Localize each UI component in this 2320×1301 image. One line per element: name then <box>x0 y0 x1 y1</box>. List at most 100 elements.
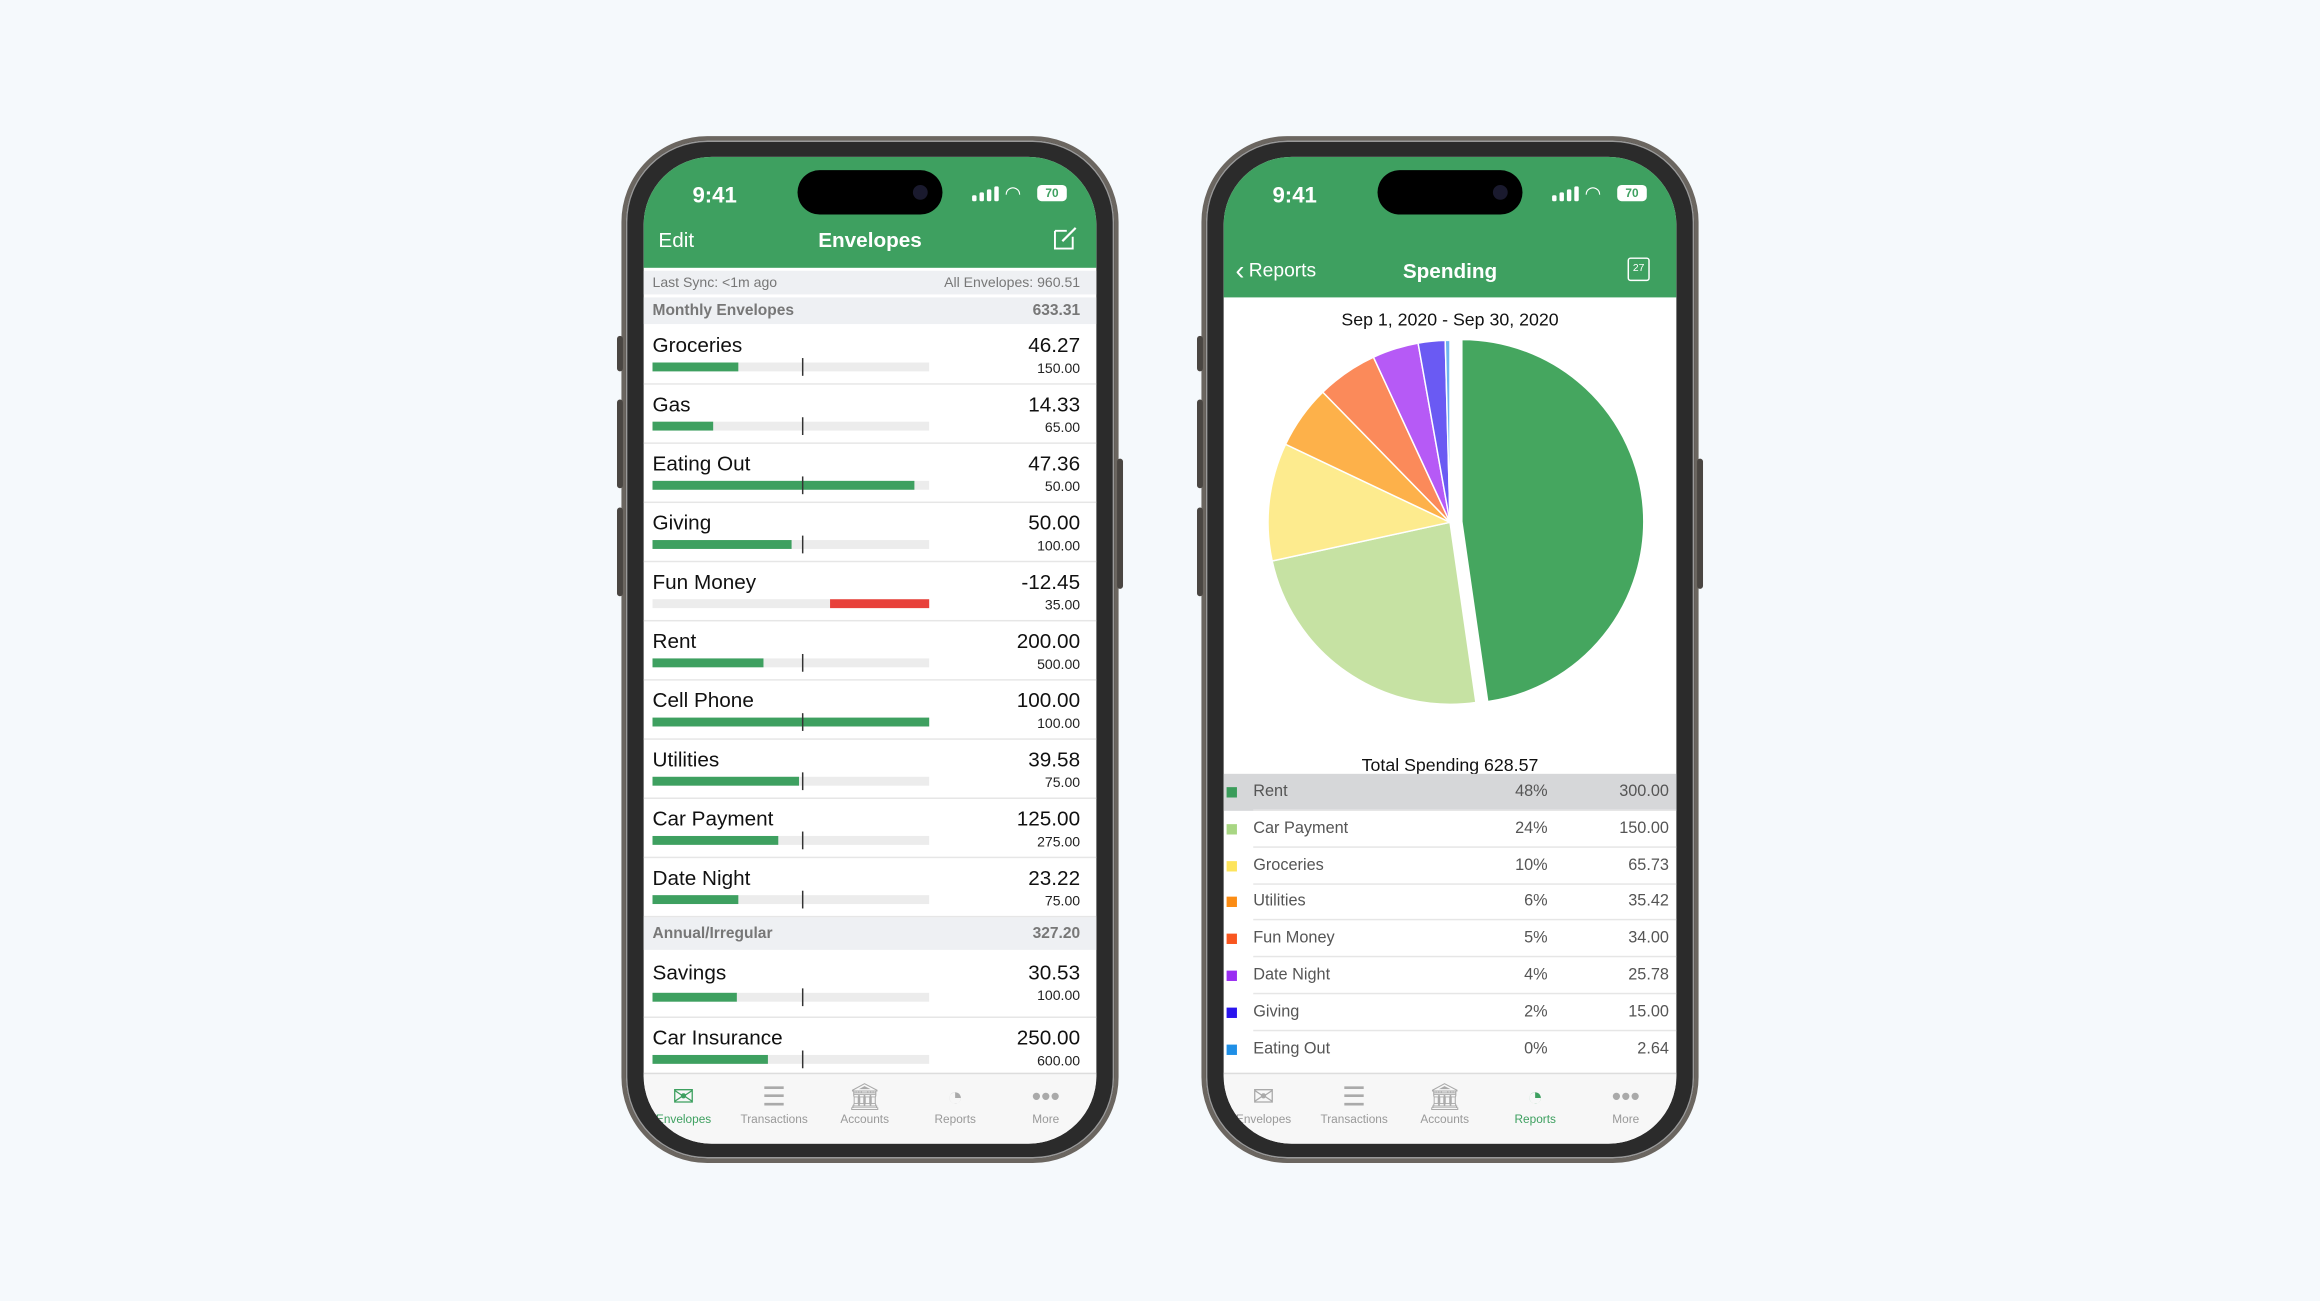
envelope-balance: 250.00 <box>1016 1025 1081 1050</box>
tab-bar: ✉ Envelopes ☰ Transactions 🏛 Accounts ◔ Reports… <box>1223 1072 1677 1144</box>
tab-accounts[interactable]: 🏛 Accounts <box>819 1080 911 1126</box>
legend-percent: 10% <box>1515 856 1548 874</box>
section-header: Monthly Envelopes 633.31 <box>643 297 1097 325</box>
compose-icon[interactable] <box>1052 225 1079 252</box>
envelope-row[interactable]: Savings 30.53 100.00 <box>643 953 1097 1018</box>
legend-name: Groceries <box>1253 856 1324 874</box>
list-icon: ☰ <box>762 1081 787 1112</box>
legend-row[interactable]: Rent 48% 300.00 <box>1223 773 1677 811</box>
legend-row[interactable]: Giving 2% 15.00 <box>1224 994 1677 1031</box>
legend-row[interactable]: Eating Out 0% 2.64 <box>1224 1031 1677 1068</box>
page-title: Spending <box>1402 258 1498 283</box>
tab-transactions[interactable]: ☰ Transactions <box>728 1080 820 1126</box>
envelope-balance: 30.53 <box>1028 960 1081 984</box>
date-range[interactable]: Sep 1, 2020 - Sep 30, 2020 <box>1224 309 1677 330</box>
sync-bar: Last Sync: <1m ago All Envelopes: 960.51 <box>643 270 1097 295</box>
legend-name: Car Payment <box>1253 819 1349 838</box>
spending-pie-chart[interactable] <box>1224 331 1677 760</box>
tab-label: Transactions <box>1320 1112 1388 1126</box>
tab-label: More <box>1032 1112 1060 1126</box>
tab-reports[interactable]: ◔ Reports <box>1489 1080 1581 1126</box>
legend-row[interactable]: Date Night 4% 25.78 <box>1224 957 1677 995</box>
all-envelopes-total: All Envelopes: 960.51 <box>944 274 1081 291</box>
envelope-row[interactable]: Car Insurance 250.00 600.00 <box>643 1018 1097 1078</box>
envelope-name: Gas <box>652 392 691 416</box>
wifi-icon: ◠ <box>1004 181 1022 205</box>
legend-amount: 150.00 <box>1619 819 1669 838</box>
section-title: Annual/Irregular <box>652 924 773 943</box>
tab-more[interactable]: ••• More <box>1000 1080 1092 1126</box>
legend-name: Rent <box>1253 782 1288 801</box>
section-title: Monthly Envelopes <box>652 301 795 320</box>
tab-accounts[interactable]: 🏛 Accounts <box>1399 1080 1491 1126</box>
tab-envelopes[interactable]: ✉ Envelopes <box>644 1080 730 1126</box>
progress-fill <box>830 599 930 609</box>
envelope-budget: 50.00 <box>1044 479 1081 496</box>
envelope-balance: 46.27 <box>1028 332 1081 357</box>
envelope-row[interactable]: Car Payment 125.00 275.00 <box>643 799 1097 859</box>
envelope-row[interactable]: Giving 50.00 100.00 <box>643 503 1097 563</box>
more-dots-icon: ••• <box>1611 1081 1640 1112</box>
envelope-balance: 125.00 <box>1016 806 1081 831</box>
legend-amount: 300.00 <box>1619 782 1669 801</box>
tab-bar: ✉ Envelopes ☰ Transactions 🏛 Accounts ◔ Reports… <box>643 1072 1097 1144</box>
envelopes-screen: 9:41 ◠ 70 Edit Envelopes Last Sync: <1m … <box>643 156 1097 1144</box>
legend-row[interactable]: Car Payment 24% 150.00 <box>1224 811 1677 848</box>
envelope-budget: 500.00 <box>1037 656 1081 674</box>
dynamic-island <box>797 170 943 215</box>
envelope-row[interactable]: Fun Money -12.45 35.00 <box>643 562 1097 622</box>
envelope-name: Car Insurance <box>652 1025 783 1050</box>
envelope-row[interactable]: Rent 200.00 500.00 <box>643 621 1097 681</box>
envelope-budget: 275.00 <box>1037 834 1081 851</box>
wifi-icon: ◠ <box>1584 181 1602 205</box>
tab-transactions[interactable]: ☰ Transactions <box>1308 1080 1400 1126</box>
envelope-name: Rent <box>652 628 697 653</box>
legend-name: Fun Money <box>1253 929 1335 948</box>
envelope-progress-bar <box>652 653 930 672</box>
section-total: 327.20 <box>1032 924 1081 943</box>
clock: 9:41 <box>1272 183 1317 209</box>
legend-row[interactable]: Utilities 6% 35.42 <box>1224 884 1677 921</box>
envelope-row[interactable]: Date Night 23.22 75.00 <box>643 858 1097 918</box>
phone-envelopes: 9:41 ◠ 70 Edit Envelopes Last Sync: <1m … <box>616 136 1124 1163</box>
progress-fill <box>652 658 764 668</box>
signal-icon <box>972 186 999 202</box>
month-progress-marker <box>801 890 804 909</box>
envelopes-icon: ✉ <box>1252 1081 1275 1112</box>
legend-percent: 0% <box>1524 1039 1548 1058</box>
status-bar: 9:41 ◠ 70 <box>644 157 1097 228</box>
tab-reports[interactable]: ◔ Reports <box>909 1080 1001 1126</box>
month-progress-marker <box>801 988 804 1007</box>
tab-label: Transactions <box>740 1112 808 1126</box>
legend-swatch <box>1226 1007 1237 1018</box>
progress-fill <box>652 992 737 1002</box>
nav-header: 9:41 ◠ 70 Edit Envelopes <box>643 156 1097 268</box>
progress-fill <box>652 835 779 845</box>
envelope-row[interactable]: Gas 14.33 65.00 <box>643 385 1097 444</box>
section-header: Annual/Irregular 327.20 <box>643 917 1097 950</box>
envelope-row[interactable]: Groceries 46.27 150.00 <box>643 326 1097 385</box>
envelope-row[interactable]: Utilities 39.58 75.00 <box>643 740 1097 799</box>
envelope-progress-bar <box>652 713 930 731</box>
stage: 9:41 ◠ 70 Edit Envelopes Last Sync: <1m … <box>0 0 2320 1301</box>
calendar-icon[interactable]: 27 <box>1627 257 1650 282</box>
envelope-row[interactable]: Cell Phone 100.00 100.00 <box>643 681 1097 740</box>
pie-slice-rent[interactable] <box>1461 338 1645 703</box>
envelope-budget: 75.00 <box>1044 775 1081 792</box>
legend-swatch <box>1226 970 1237 981</box>
envelope-name: Car Payment <box>652 806 774 831</box>
month-progress-marker <box>801 1050 804 1069</box>
envelope-budget: 100.00 <box>1037 988 1081 1005</box>
legend-percent: 4% <box>1524 966 1548 984</box>
tab-more[interactable]: ••• More <box>1580 1080 1672 1126</box>
legend-percent: 5% <box>1524 929 1548 948</box>
envelope-row[interactable]: Eating Out 47.36 50.00 <box>643 444 1097 504</box>
legend-row[interactable]: Groceries 10% 65.73 <box>1224 847 1677 885</box>
legend-row[interactable]: Fun Money 5% 34.00 <box>1224 921 1677 958</box>
envelope-progress-bar <box>652 417 930 436</box>
list-icon: ☰ <box>1342 1081 1367 1112</box>
envelope-balance: 50.00 <box>1028 510 1081 535</box>
tab-envelopes[interactable]: ✉ Envelopes <box>1224 1080 1310 1126</box>
tab-label: Accounts <box>840 1112 890 1126</box>
envelope-progress-bar <box>652 599 930 609</box>
